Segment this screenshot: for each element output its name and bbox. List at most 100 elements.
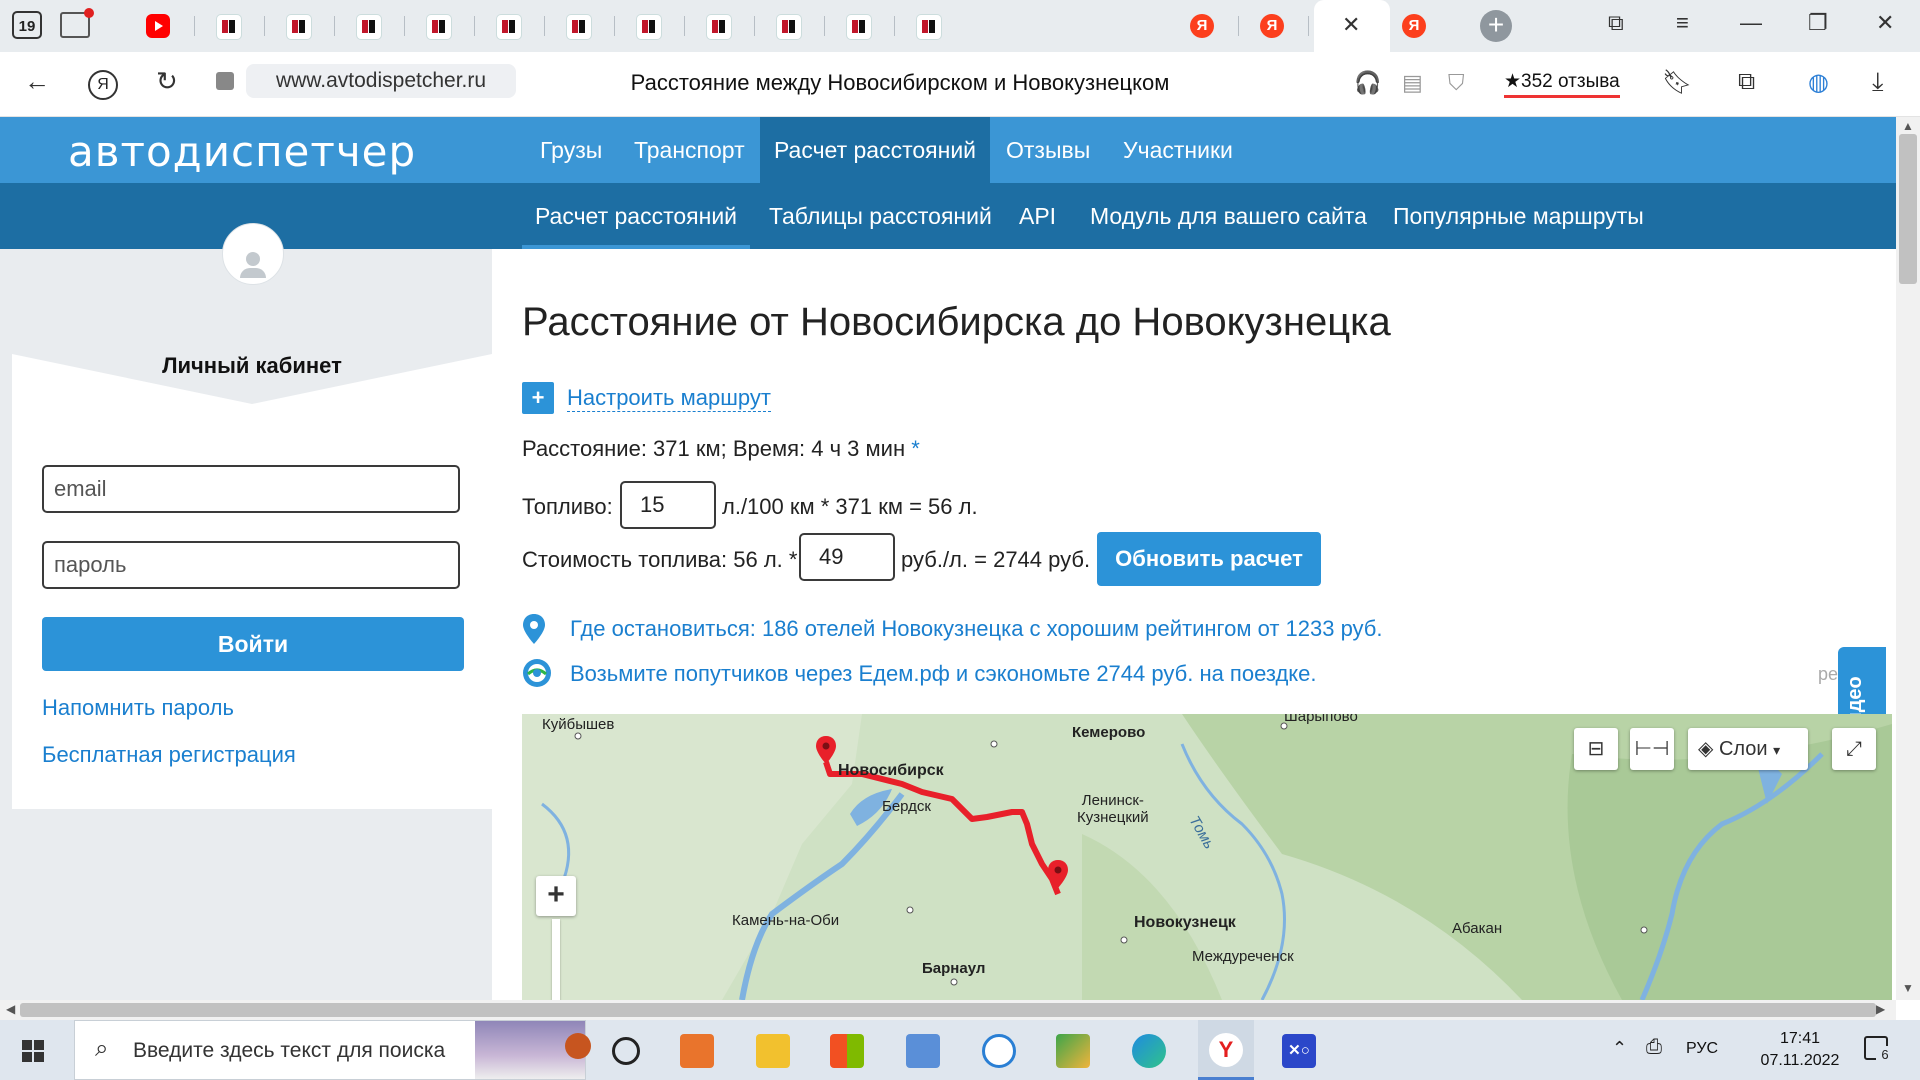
avtodispetcher-icon[interactable]	[216, 14, 242, 40]
tab-separator	[894, 16, 895, 36]
avtodispetcher-icon[interactable]	[846, 14, 872, 40]
yandex-icon[interactable]: Я	[1260, 14, 1284, 38]
yandex-icon[interactable]: Я	[1190, 14, 1214, 38]
extension-icon[interactable]: ◍	[1808, 68, 1829, 97]
subnav-site-module[interactable]: Модуль для вашего сайта	[1090, 183, 1367, 249]
avtodispetcher-icon[interactable]	[496, 14, 522, 40]
nav-cargo[interactable]: Грузы	[540, 117, 602, 183]
subnav-popular-routes[interactable]: Популярные маршруты	[1393, 183, 1644, 249]
route-settings-button[interactable]: +	[522, 382, 554, 414]
reviews-badge[interactable]: ★352 отзыва	[1504, 70, 1620, 98]
update-calculation-button[interactable]: Обновить расчет	[1097, 532, 1321, 586]
subnav-distance-tables[interactable]: Таблицы расстояний	[769, 183, 992, 249]
remind-password-link[interactable]: Напомнить пароль	[42, 695, 234, 721]
tab-separator	[404, 16, 405, 36]
subnav-api[interactable]: API	[1019, 183, 1056, 249]
scroll-up-icon[interactable]: ▲	[1902, 119, 1914, 133]
maximize-icon[interactable]: ❐	[1808, 10, 1828, 36]
notification-center-icon[interactable]: 6	[1864, 1036, 1894, 1064]
login-button[interactable]: Войти	[42, 617, 464, 671]
menu-icon[interactable]: ≡	[1676, 10, 1689, 36]
register-link[interactable]: Бесплатная регистрация	[42, 742, 296, 768]
map-label-leninsk-kuznetsky: Ленинск- Кузнецкий	[1077, 792, 1149, 826]
distance-footnote[interactable]: *	[911, 436, 920, 461]
fuel-price-input[interactable]	[799, 533, 895, 581]
nav-reviews[interactable]: Отзывы	[1006, 117, 1090, 183]
protect-icon[interactable]: ⛉	[1448, 70, 1465, 96]
reload-icon[interactable]: ↻	[156, 66, 178, 97]
scroll-left-icon[interactable]: ◀	[6, 1002, 15, 1016]
avtodispetcher-icon[interactable]	[706, 14, 732, 40]
lock-icon[interactable]	[216, 72, 234, 90]
edge-icon[interactable]	[1132, 1034, 1166, 1068]
hotels-link[interactable]: Где остановиться: 186 отелей Новокузнецк…	[570, 616, 1383, 642]
nav-transport[interactable]: Транспорт	[634, 117, 745, 183]
subnav-distance-calc[interactable]: Расчет расстояний	[522, 183, 750, 249]
fuel-formula: л./100 км * 371 км = 56 л.	[722, 494, 978, 519]
avtodispetcher-icon[interactable]	[566, 14, 592, 40]
network-icon[interactable]: ⎙	[1646, 1036, 1662, 1059]
tab-count-badge[interactable]: 19	[12, 11, 42, 39]
task-view-icon[interactable]	[612, 1037, 640, 1065]
fuel-consumption-input[interactable]	[620, 481, 716, 529]
solitaire-icon[interactable]	[1056, 1034, 1090, 1068]
reader-mode-icon[interactable]: ▤	[1402, 70, 1423, 96]
yandex-icon[interactable]: Я	[1402, 14, 1426, 38]
avtodispetcher-icon[interactable]	[356, 14, 382, 40]
avtodispetcher-icon[interactable]	[916, 14, 942, 40]
download-icon[interactable]: ⤓	[1872, 66, 1884, 98]
site-logo[interactable]: автодиспетчер	[68, 127, 416, 176]
media-player-icon[interactable]	[680, 1034, 714, 1068]
scroll-right-icon[interactable]: ▶	[1876, 1002, 1885, 1016]
show-hidden-icons-chevron-icon[interactable]: ⌃	[1612, 1038, 1627, 1059]
active-tab[interactable]: ✕	[1314, 0, 1390, 52]
bookmark-icon[interactable]: 🔖︎	[1662, 68, 1692, 97]
map-ruler-button[interactable]: ⊟	[1574, 728, 1618, 770]
headphones-icon[interactable]: 🎧	[1354, 70, 1381, 96]
map-zoom-slider[interactable]	[552, 919, 560, 1000]
search-highlight-image	[475, 1021, 591, 1079]
yandex-logo-icon[interactable]: Я	[88, 70, 118, 100]
map-label-kemerovo: Кемерово	[1072, 724, 1146, 741]
email-field[interactable]	[42, 465, 460, 513]
edem-link[interactable]: Возьмите попутчиков через Едем.рф и сэко…	[570, 661, 1317, 687]
internet-explorer-icon[interactable]	[982, 1034, 1016, 1068]
route-settings-link[interactable]: Настроить маршрут	[567, 385, 771, 412]
route-map[interactable]: Куйбышев Кемерово Шарыпово Новосибирск Б…	[522, 714, 1892, 1000]
close-window-icon[interactable]: ✕	[1876, 10, 1894, 36]
minimize-icon[interactable]: —	[1740, 10, 1762, 36]
nav-distance-calc[interactable]: Расчет расстояний	[760, 117, 990, 183]
avtodispetcher-icon[interactable]	[286, 14, 312, 40]
avtodispetcher-icon[interactable]	[636, 14, 662, 40]
map-measure-button[interactable]: ⊢⊣	[1630, 728, 1674, 770]
avtodispetcher-icon[interactable]	[426, 14, 452, 40]
new-tab-group-icon[interactable]	[60, 8, 94, 38]
youtube-icon[interactable]	[146, 14, 170, 38]
close-tab-icon[interactable]: ✕	[1342, 12, 1360, 38]
back-arrow-icon[interactable]: ←	[24, 66, 50, 97]
new-tab-button[interactable]: +	[1480, 10, 1512, 42]
avtodispetcher-icon[interactable]	[776, 14, 802, 40]
xo-app-icon[interactable]: ✕○	[1282, 1034, 1316, 1068]
map-fullscreen-button[interactable]: ⤢	[1832, 728, 1876, 770]
map-layers-button[interactable]: ◈ Слои ▾	[1688, 728, 1808, 770]
microsoft-store-icon[interactable]	[830, 1034, 864, 1068]
yandex-browser-taskbar-icon[interactable]: Y	[1198, 1020, 1254, 1080]
scroll-down-icon[interactable]: ▼	[1902, 981, 1914, 995]
map-zoom-in-button[interactable]: +	[536, 876, 576, 916]
browser-tab-strip: 19 Я Я Я ✕ + ⧉ ≡ — ❐ ✕	[0, 0, 1920, 52]
nav-participants[interactable]: Участники	[1123, 117, 1233, 183]
horizontal-scroll-thumb[interactable]	[20, 1003, 1876, 1017]
taskbar-search-box[interactable]: ⌕ Введите здесь текст для поиска	[74, 1020, 591, 1080]
tab-separator	[754, 16, 755, 36]
vertical-scroll-thumb[interactable]	[1899, 134, 1917, 284]
file-explorer-icon[interactable]	[756, 1034, 790, 1068]
translate-icon[interactable]: ⧉	[1738, 68, 1755, 96]
password-field[interactable]	[42, 541, 460, 589]
input-language-indicator[interactable]: РУС	[1686, 1040, 1718, 1058]
windows-start-icon[interactable]	[22, 1040, 44, 1062]
collections-icon[interactable]: ⧉	[1608, 10, 1624, 36]
system-clock[interactable]: 17:41 07.11.2022	[1740, 1028, 1860, 1072]
sound-app-icon[interactable]	[906, 1034, 940, 1068]
url-field[interactable]: www.avtodispetcher.ru	[246, 64, 516, 98]
